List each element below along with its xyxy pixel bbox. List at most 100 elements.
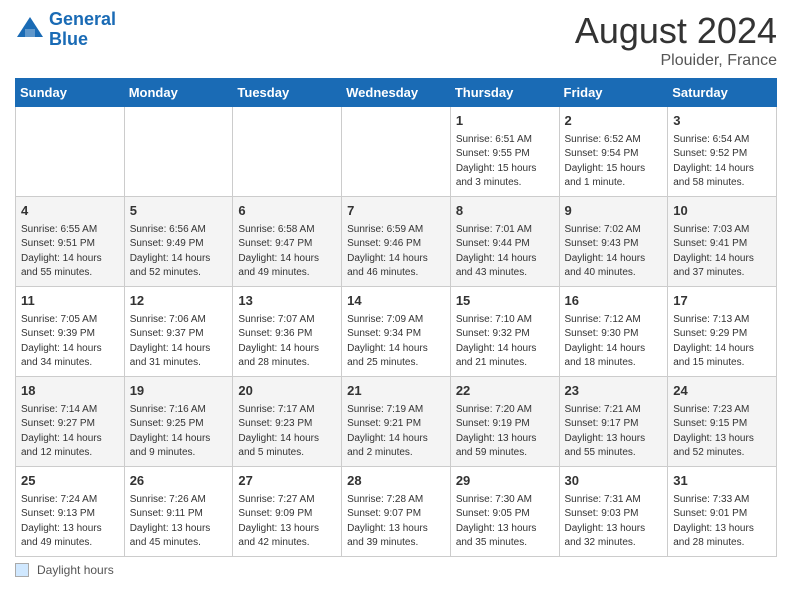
day-number: 14	[347, 291, 445, 311]
day-number: 31	[673, 471, 771, 491]
calendar-cell: 17Sunrise: 7:13 AM Sunset: 9:29 PM Dayli…	[668, 287, 777, 377]
day-info: Sunrise: 7:26 AM Sunset: 9:11 PM Dayligh…	[130, 493, 228, 551]
calendar-week-1: 1Sunrise: 6:51 AM Sunset: 9:55 PM Daylig…	[16, 107, 777, 197]
calendar-cell: 21Sunrise: 7:19 AM Sunset: 9:21 PM Dayli…	[342, 377, 451, 467]
calendar-cell: 8Sunrise: 7:01 AM Sunset: 9:44 PM Daylig…	[450, 197, 559, 287]
day-info: Sunrise: 7:24 AM Sunset: 9:13 PM Dayligh…	[21, 493, 119, 551]
day-number: 13	[238, 291, 336, 311]
day-number: 15	[456, 291, 554, 311]
calendar-cell: 5Sunrise: 6:56 AM Sunset: 9:49 PM Daylig…	[124, 197, 233, 287]
day-number: 27	[238, 471, 336, 491]
calendar-cell: 4Sunrise: 6:55 AM Sunset: 9:51 PM Daylig…	[16, 197, 125, 287]
calendar-cell: 1Sunrise: 6:51 AM Sunset: 9:55 PM Daylig…	[450, 107, 559, 197]
day-number: 25	[21, 471, 119, 491]
header-wednesday: Wednesday	[342, 79, 451, 107]
day-info: Sunrise: 7:09 AM Sunset: 9:34 PM Dayligh…	[347, 313, 445, 371]
day-info: Sunrise: 7:14 AM Sunset: 9:27 PM Dayligh…	[21, 403, 119, 461]
logo-icon	[15, 15, 45, 45]
day-info: Sunrise: 7:31 AM Sunset: 9:03 PM Dayligh…	[565, 493, 663, 551]
logo-text: General Blue	[49, 10, 116, 50]
day-info: Sunrise: 6:54 AM Sunset: 9:52 PM Dayligh…	[673, 133, 771, 191]
day-info: Sunrise: 6:51 AM Sunset: 9:55 PM Dayligh…	[456, 133, 554, 191]
day-info: Sunrise: 7:02 AM Sunset: 9:43 PM Dayligh…	[565, 223, 663, 281]
day-number: 2	[565, 111, 663, 131]
day-info: Sunrise: 7:03 AM Sunset: 9:41 PM Dayligh…	[673, 223, 771, 281]
calendar-cell: 6Sunrise: 6:58 AM Sunset: 9:47 PM Daylig…	[233, 197, 342, 287]
header-tuesday: Tuesday	[233, 79, 342, 107]
day-info: Sunrise: 7:07 AM Sunset: 9:36 PM Dayligh…	[238, 313, 336, 371]
day-number: 20	[238, 381, 336, 401]
day-number: 3	[673, 111, 771, 131]
day-info: Sunrise: 6:55 AM Sunset: 9:51 PM Dayligh…	[21, 223, 119, 281]
day-number: 26	[130, 471, 228, 491]
day-info: Sunrise: 7:06 AM Sunset: 9:37 PM Dayligh…	[130, 313, 228, 371]
day-info: Sunrise: 7:28 AM Sunset: 9:07 PM Dayligh…	[347, 493, 445, 551]
day-info: Sunrise: 7:13 AM Sunset: 9:29 PM Dayligh…	[673, 313, 771, 371]
day-info: Sunrise: 7:20 AM Sunset: 9:19 PM Dayligh…	[456, 403, 554, 461]
calendar-week-2: 4Sunrise: 6:55 AM Sunset: 9:51 PM Daylig…	[16, 197, 777, 287]
day-info: Sunrise: 6:58 AM Sunset: 9:47 PM Dayligh…	[238, 223, 336, 281]
calendar-cell: 7Sunrise: 6:59 AM Sunset: 9:46 PM Daylig…	[342, 197, 451, 287]
calendar-cell: 3Sunrise: 6:54 AM Sunset: 9:52 PM Daylig…	[668, 107, 777, 197]
day-number: 8	[456, 201, 554, 221]
calendar-cell	[124, 107, 233, 197]
calendar-cell: 25Sunrise: 7:24 AM Sunset: 9:13 PM Dayli…	[16, 467, 125, 557]
calendar-week-5: 25Sunrise: 7:24 AM Sunset: 9:13 PM Dayli…	[16, 467, 777, 557]
calendar-cell: 10Sunrise: 7:03 AM Sunset: 9:41 PM Dayli…	[668, 197, 777, 287]
calendar-cell: 26Sunrise: 7:26 AM Sunset: 9:11 PM Dayli…	[124, 467, 233, 557]
day-number: 7	[347, 201, 445, 221]
page-header: General Blue August 2024 Plouider, Franc…	[15, 10, 777, 70]
day-number: 17	[673, 291, 771, 311]
day-number: 21	[347, 381, 445, 401]
day-info: Sunrise: 7:17 AM Sunset: 9:23 PM Dayligh…	[238, 403, 336, 461]
day-info: Sunrise: 7:23 AM Sunset: 9:15 PM Dayligh…	[673, 403, 771, 461]
title-block: August 2024 Plouider, France	[575, 10, 777, 70]
legend: Daylight hours	[15, 563, 777, 577]
day-number: 29	[456, 471, 554, 491]
day-info: Sunrise: 7:27 AM Sunset: 9:09 PM Dayligh…	[238, 493, 336, 551]
day-info: Sunrise: 7:30 AM Sunset: 9:05 PM Dayligh…	[456, 493, 554, 551]
month-year: August 2024	[575, 10, 777, 52]
day-number: 12	[130, 291, 228, 311]
day-number: 10	[673, 201, 771, 221]
header-row: Sunday Monday Tuesday Wednesday Thursday…	[16, 79, 777, 107]
day-number: 19	[130, 381, 228, 401]
legend-label: Daylight hours	[37, 563, 114, 577]
calendar-cell: 30Sunrise: 7:31 AM Sunset: 9:03 PM Dayli…	[559, 467, 668, 557]
day-info: Sunrise: 7:33 AM Sunset: 9:01 PM Dayligh…	[673, 493, 771, 551]
calendar-cell: 12Sunrise: 7:06 AM Sunset: 9:37 PM Dayli…	[124, 287, 233, 377]
calendar-cell: 22Sunrise: 7:20 AM Sunset: 9:19 PM Dayli…	[450, 377, 559, 467]
legend-box	[15, 563, 29, 577]
calendar-table: Sunday Monday Tuesday Wednesday Thursday…	[15, 78, 777, 557]
day-number: 22	[456, 381, 554, 401]
calendar-cell: 9Sunrise: 7:02 AM Sunset: 9:43 PM Daylig…	[559, 197, 668, 287]
header-thursday: Thursday	[450, 79, 559, 107]
calendar-cell: 19Sunrise: 7:16 AM Sunset: 9:25 PM Dayli…	[124, 377, 233, 467]
day-number: 5	[130, 201, 228, 221]
logo: General Blue	[15, 10, 116, 50]
calendar-body: 1Sunrise: 6:51 AM Sunset: 9:55 PM Daylig…	[16, 107, 777, 557]
day-info: Sunrise: 7:12 AM Sunset: 9:30 PM Dayligh…	[565, 313, 663, 371]
calendar-cell: 14Sunrise: 7:09 AM Sunset: 9:34 PM Dayli…	[342, 287, 451, 377]
calendar-cell: 13Sunrise: 7:07 AM Sunset: 9:36 PM Dayli…	[233, 287, 342, 377]
location: Plouider, France	[575, 52, 777, 70]
calendar-cell: 18Sunrise: 7:14 AM Sunset: 9:27 PM Dayli…	[16, 377, 125, 467]
day-number: 24	[673, 381, 771, 401]
calendar-cell: 23Sunrise: 7:21 AM Sunset: 9:17 PM Dayli…	[559, 377, 668, 467]
day-info: Sunrise: 7:05 AM Sunset: 9:39 PM Dayligh…	[21, 313, 119, 371]
logo-line1: General	[49, 9, 116, 29]
day-number: 28	[347, 471, 445, 491]
calendar-cell: 15Sunrise: 7:10 AM Sunset: 9:32 PM Dayli…	[450, 287, 559, 377]
header-friday: Friday	[559, 79, 668, 107]
day-info: Sunrise: 7:16 AM Sunset: 9:25 PM Dayligh…	[130, 403, 228, 461]
day-info: Sunrise: 7:01 AM Sunset: 9:44 PM Dayligh…	[456, 223, 554, 281]
day-number: 9	[565, 201, 663, 221]
day-number: 11	[21, 291, 119, 311]
day-info: Sunrise: 6:59 AM Sunset: 9:46 PM Dayligh…	[347, 223, 445, 281]
header-sunday: Sunday	[16, 79, 125, 107]
calendar-cell	[16, 107, 125, 197]
calendar-cell: 31Sunrise: 7:33 AM Sunset: 9:01 PM Dayli…	[668, 467, 777, 557]
day-number: 1	[456, 111, 554, 131]
calendar-cell: 16Sunrise: 7:12 AM Sunset: 9:30 PM Dayli…	[559, 287, 668, 377]
logo-line2: Blue	[49, 29, 88, 49]
